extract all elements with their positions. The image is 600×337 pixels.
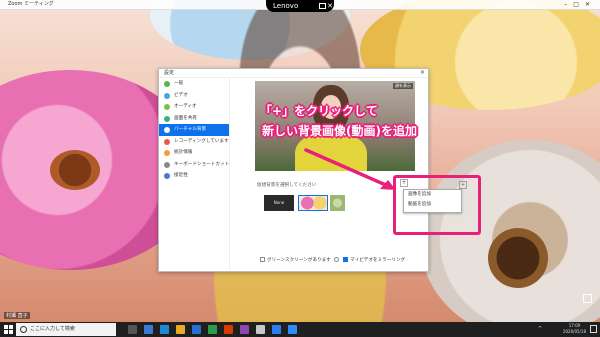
add-background-menu: 画像を追加 動画を追加 bbox=[403, 189, 462, 213]
taskbar-app-icon[interactable] bbox=[128, 325, 137, 334]
taskbar-app-icon[interactable] bbox=[288, 325, 297, 334]
taskbar-app-icon[interactable] bbox=[256, 325, 265, 334]
taskbar-app-icon[interactable] bbox=[240, 325, 249, 334]
tray-chevron-icon[interactable]: ^ bbox=[538, 326, 542, 332]
notification-icon[interactable] bbox=[590, 325, 597, 333]
taskbar-app-icon[interactable] bbox=[144, 325, 153, 334]
taskbar-search-box[interactable]: ここに入力して検索 bbox=[16, 323, 116, 336]
taskbar-app-icon[interactable] bbox=[160, 325, 169, 334]
menu-item-add-image[interactable]: 画像を追加 bbox=[404, 190, 461, 200]
clock[interactable]: 17:09 2020/05/18 bbox=[563, 323, 586, 335]
taskbar-app-icon[interactable] bbox=[176, 325, 185, 334]
windows-start-icon[interactable] bbox=[4, 325, 13, 334]
taskbar-app-icon[interactable] bbox=[192, 325, 201, 334]
windows-taskbar: ここに入力して検索 ^ 17:09 2020/05/18 bbox=[0, 322, 600, 337]
taskbar-app-icon[interactable] bbox=[224, 325, 233, 334]
add-plus-icon[interactable]: + bbox=[400, 179, 408, 187]
annotation-line-2: 新しい背景画像(動画)を追加 bbox=[262, 124, 417, 138]
clock-date: 2020/05/18 bbox=[562, 329, 586, 334]
search-placeholder: ここに入力して検索 bbox=[30, 326, 75, 332]
annotation-arrow bbox=[304, 148, 396, 190]
taskbar-app-icon[interactable] bbox=[208, 325, 217, 334]
menu-item-add-video[interactable]: 動画を追加 bbox=[404, 200, 461, 210]
search-icon bbox=[20, 326, 27, 333]
annotation-line-1: 「+」をクリックして bbox=[260, 104, 378, 118]
taskbar-app-icon[interactable] bbox=[272, 325, 281, 334]
